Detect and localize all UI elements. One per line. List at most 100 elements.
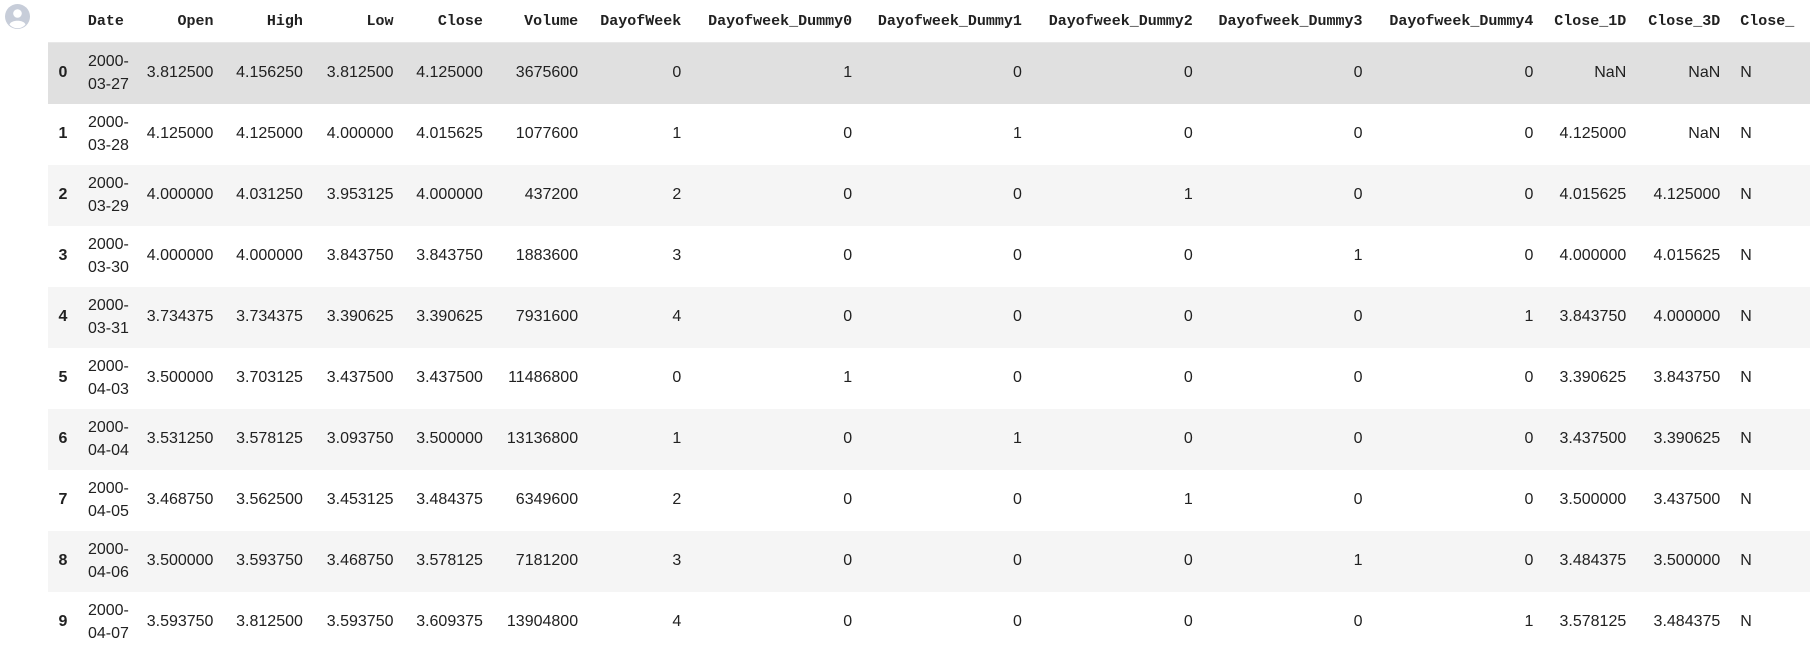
table-cell-close: 4.000000 xyxy=(416,186,483,203)
table-cell-dayofweek-dummy0: 0 xyxy=(843,247,853,264)
table-cell-dayofweek-dummy3: 0 xyxy=(1353,125,1363,142)
table-cell-close: N xyxy=(1740,247,1752,264)
table-cell-high: 4.156250 xyxy=(236,64,303,82)
row-index-cell: 1 xyxy=(58,125,68,142)
table-cell-close-3d: NaN xyxy=(1688,64,1721,82)
table-row: 7 2000-04-05 3.468750 3.562500 3.453125 3.484… xyxy=(48,469,1810,531)
table-row: 5 2000-04-03 3.500000 3.703125 3.437500 3.437… xyxy=(48,347,1810,409)
table-cell-date: 2000-03-29 xyxy=(87,175,129,215)
column-header-dayofweek-dummy0: Dayofweek_Dummy0 xyxy=(691,0,863,43)
table-cell-close: 3.578125 xyxy=(416,552,483,569)
table-cell-dayofweek-dummy2: 1 xyxy=(1183,186,1193,203)
avatar[interactable] xyxy=(5,4,30,29)
row-index-cell: 3 xyxy=(58,247,68,264)
table-cell-close: 3.390625 xyxy=(416,308,483,325)
table-header-row: Date Open High Low Close Volume DayofWeek Dayof… xyxy=(48,0,1810,43)
table-cell-dayofweek: 3 xyxy=(672,247,682,264)
table-cell-close: 3.484375 xyxy=(416,491,483,508)
table-cell-low: 4.000000 xyxy=(326,125,394,142)
table-cell-volume: 11486800 xyxy=(508,369,579,386)
table-cell-dayofweek-dummy2: 0 xyxy=(1183,125,1193,142)
table-cell-dayofweek-dummy2: 0 xyxy=(1183,552,1193,569)
table-cell-dayofweek-dummy3: 1 xyxy=(1353,552,1363,569)
table-cell-dayofweek-dummy2: 0 xyxy=(1183,613,1193,630)
column-header-high: High xyxy=(223,0,313,43)
table-row: 4 2000-03-31 3.734375 3.734375 3.390625 3.390… xyxy=(48,286,1810,348)
row-index-cell: 8 xyxy=(58,552,68,569)
table-cell-close: N xyxy=(1740,186,1752,203)
table-cell-dayofweek: 1 xyxy=(672,125,682,142)
dataframe-output: Date Open High Low Close Volume DayofWeek Dayof… xyxy=(48,0,1810,653)
table-row: 6 2000-04-04 3.531250 3.578125 3.093750 3.500… xyxy=(48,408,1810,470)
table-cell-close: N xyxy=(1740,552,1752,569)
table-cell-close-3d: 4.000000 xyxy=(1653,308,1721,325)
table-cell-high: 3.562500 xyxy=(236,491,303,508)
table-cell-dayofweek-dummy1: 0 xyxy=(1012,247,1022,264)
column-header-dayofweek-dummy4: Dayofweek_Dummy4 xyxy=(1372,0,1544,43)
table-row: 1 2000-03-28 4.125000 4.125000 4.000000 4.015… xyxy=(48,103,1810,165)
table-cell-open: 3.734375 xyxy=(146,308,214,325)
table-cell-open: 4.000000 xyxy=(146,247,214,264)
table-cell-date: 2000-04-03 xyxy=(87,358,129,398)
table-cell-date: 2000-04-07 xyxy=(87,602,129,642)
table-cell-high: 3.578125 xyxy=(236,430,303,447)
table-cell-high: 3.703125 xyxy=(236,369,303,386)
table-cell-dayofweek-dummy4: 0 xyxy=(1524,64,1534,82)
table-cell-volume: 1077600 xyxy=(515,125,579,142)
table-cell-low: 3.453125 xyxy=(326,491,394,508)
table-cell-date: 2000-03-30 xyxy=(87,236,129,276)
column-header-date: Date xyxy=(77,0,133,43)
table-cell-dayofweek-dummy0: 0 xyxy=(843,308,853,325)
table-cell-open: 3.812500 xyxy=(146,64,214,82)
table-cell-low: 3.093750 xyxy=(326,430,394,447)
table-cell-close: 3.500000 xyxy=(416,430,483,447)
column-header-close: Close xyxy=(403,0,493,43)
table-cell-dayofweek-dummy1: 1 xyxy=(1012,430,1022,447)
table-cell-dayofweek-dummy0: 1 xyxy=(843,64,853,82)
table-cell-volume: 13904800 xyxy=(506,613,579,630)
table-cell-dayofweek-dummy4: 1 xyxy=(1524,308,1534,325)
table-cell-dayofweek-dummy0: 0 xyxy=(843,552,853,569)
table-cell-volume: 6349600 xyxy=(515,491,579,508)
table-cell-dayofweek-dummy4: 0 xyxy=(1524,125,1534,142)
table-cell-dayofweek: 2 xyxy=(672,491,682,508)
table-cell-low: 3.593750 xyxy=(326,613,394,630)
table-cell-dayofweek: 0 xyxy=(672,369,682,386)
table-cell-dayofweek-dummy2: 0 xyxy=(1183,430,1193,447)
table-cell-dayofweek-dummy4: 0 xyxy=(1524,186,1534,203)
table-cell-close-3d: 3.390625 xyxy=(1653,430,1721,447)
table-cell-open: 3.500000 xyxy=(146,552,214,569)
table-cell-dayofweek-dummy1: 0 xyxy=(1012,552,1022,569)
table-cell-dayofweek-dummy2: 0 xyxy=(1183,247,1193,264)
table-row: 3 2000-03-30 4.000000 4.000000 3.843750 3.843… xyxy=(48,225,1810,287)
table-cell-dayofweek-dummy1: 0 xyxy=(1012,369,1022,386)
table-cell-dayofweek-dummy3: 0 xyxy=(1353,491,1363,508)
table-cell-low: 3.468750 xyxy=(326,552,394,569)
table-cell-dayofweek-dummy4: 1 xyxy=(1524,613,1534,630)
row-index-cell: 5 xyxy=(58,369,68,386)
table-cell-high: 3.593750 xyxy=(236,552,303,569)
table-cell-close-3d: 3.437500 xyxy=(1653,491,1721,508)
table-row: 9 2000-04-07 3.593750 3.812500 3.593750 3.609… xyxy=(48,591,1810,653)
table-cell-close-1d: NaN xyxy=(1594,64,1627,82)
table-cell-open: 3.500000 xyxy=(146,369,214,386)
table-cell-dayofweek-dummy3: 0 xyxy=(1353,186,1363,203)
table-cell-close-3d: 4.125000 xyxy=(1653,186,1721,203)
row-index-cell: 9 xyxy=(58,613,68,630)
table-cell-date: 2000-04-05 xyxy=(87,480,129,520)
table-cell-dayofweek-dummy1: 0 xyxy=(1012,186,1022,203)
table-cell-low: 3.390625 xyxy=(326,308,394,325)
column-header-open: Open xyxy=(132,0,224,43)
table-cell-dayofweek-dummy4: 0 xyxy=(1524,552,1534,569)
table-cell-dayofweek-dummy3: 0 xyxy=(1353,430,1363,447)
table-cell-close: 3.437500 xyxy=(416,369,483,386)
table-cell-high: 4.031250 xyxy=(236,186,303,203)
table-cell-date: 2000-03-31 xyxy=(87,297,129,337)
table-cell-date: 2000-04-04 xyxy=(87,419,129,459)
table-cell-open: 4.125000 xyxy=(146,125,214,142)
table-cell-dayofweek: 3 xyxy=(672,552,682,569)
row-index-cell: 6 xyxy=(58,430,68,447)
row-index-cell: 7 xyxy=(58,491,68,508)
table-cell-close: 3.609375 xyxy=(416,613,483,630)
table-cell-close: N xyxy=(1740,613,1752,630)
